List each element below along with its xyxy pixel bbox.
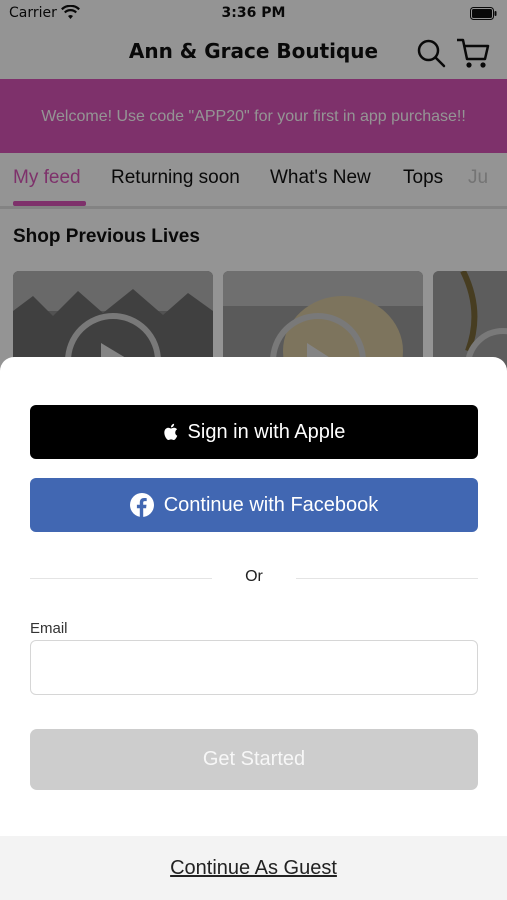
continue-with-facebook-button[interactable]: Continue with Facebook [30, 478, 478, 532]
get-started-label: Get Started [202, 748, 306, 770]
sign-in-with-apple-button[interactable]: Sign in with Apple [30, 405, 478, 459]
guest-bar: Continue As Guest [0, 836, 507, 900]
apple-button-label: Sign in with Apple [187, 420, 346, 443]
login-sheet: Sign in with Apple Continue with Faceboo… [0, 357, 507, 900]
or-divider: Or [30, 567, 478, 589]
facebook-icon [129, 493, 154, 517]
or-label: Or [245, 568, 263, 585]
facebook-button-label: Continue with Facebook [163, 493, 379, 516]
get-started-button[interactable]: Get Started [30, 729, 478, 790]
email-field[interactable] [30, 640, 478, 695]
apple-icon [163, 423, 177, 440]
email-label: Email [30, 620, 68, 637]
continue-as-guest-link[interactable]: Continue As Guest [170, 857, 337, 880]
divider-line-right [296, 578, 478, 579]
